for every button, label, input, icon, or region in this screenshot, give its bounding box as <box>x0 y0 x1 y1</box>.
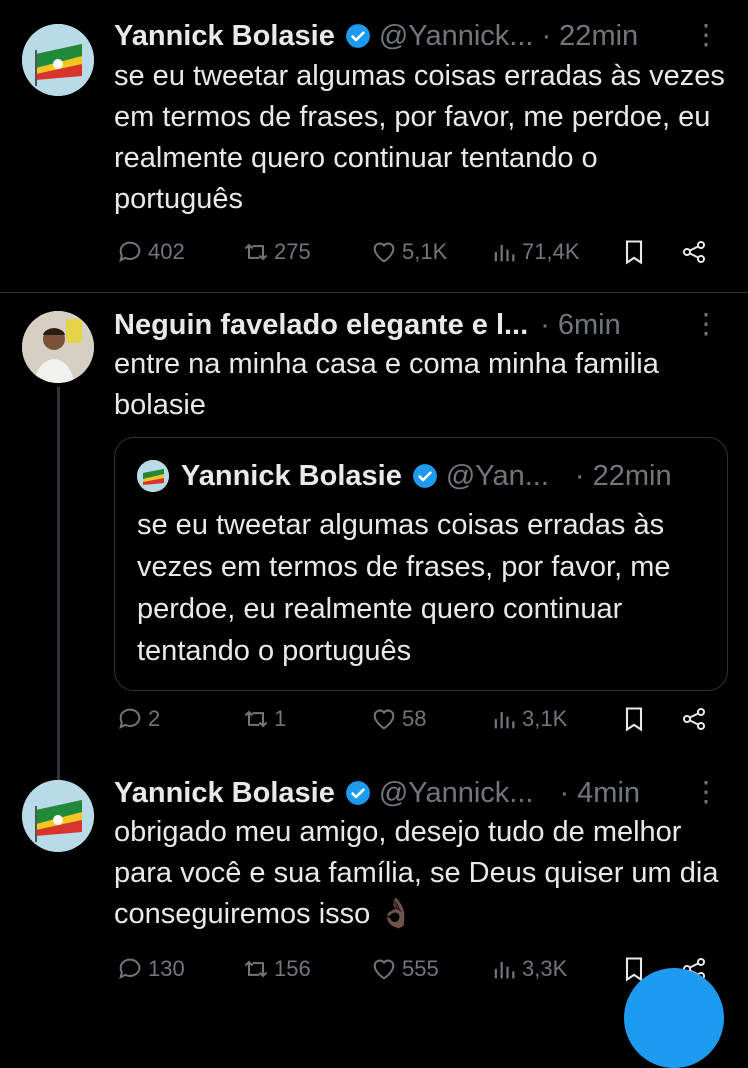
tweet-header: Neguin favelado elegante e l... · 6min <box>114 305 621 345</box>
flag-avatar-image <box>22 24 94 96</box>
tweet-text: se eu tweetar algumas coisas erradas às … <box>114 60 725 215</box>
avatar[interactable] <box>22 780 94 852</box>
quote-avatar <box>137 460 169 492</box>
retweet-button[interactable]: 1 <box>242 705 286 733</box>
share-icon <box>682 707 706 731</box>
flag-avatar-image <box>137 460 169 492</box>
more-options-icon[interactable]: ⋮ <box>692 307 720 340</box>
like-button[interactable]: 5,1K <box>370 238 447 266</box>
retweet-icon <box>244 710 268 728</box>
retweet-button[interactable]: 275 <box>242 238 311 266</box>
author-name[interactable]: Yannick Bolasie <box>114 20 335 53</box>
share-button[interactable] <box>680 238 708 266</box>
verified-badge-icon <box>412 464 437 488</box>
retweet-count: 1 <box>274 706 287 731</box>
tweet-header: Yannick Bolasie @Yannick... · 22min <box>114 16 638 56</box>
retweet-button[interactable]: 156 <box>242 955 311 983</box>
quoted-tweet[interactable]: Yannick Bolasie @Yan... · 22min se eu tw… <box>114 437 728 691</box>
verified-badge-icon <box>345 781 370 805</box>
tweet-actions: 402 275 5,1K 71,4K <box>0 238 748 278</box>
retweet-count: 275 <box>274 239 311 264</box>
reply-count: 130 <box>148 956 185 981</box>
views-button[interactable]: 71,4K <box>490 238 580 266</box>
views-count: 3,1K <box>522 706 568 731</box>
bookmark-icon <box>625 707 643 732</box>
tweet-time[interactable]: · 22min <box>541 20 638 53</box>
like-count: 5,1K <box>402 239 448 264</box>
retweet-count: 156 <box>274 956 311 981</box>
share-button[interactable] <box>680 705 708 733</box>
flag-avatar-image <box>22 780 94 852</box>
compose-tweet-button[interactable] <box>624 968 724 1068</box>
bookmark-button[interactable] <box>620 238 648 266</box>
views-chart-icon <box>494 962 515 979</box>
reply-button[interactable]: 402 <box>116 238 185 266</box>
tweet-2[interactable]: Neguin favelado elegante e l... · 6min ⋮… <box>0 293 748 783</box>
author-handle[interactable]: @Yannick... <box>379 777 534 810</box>
quote-author-name: Yannick Bolasie <box>181 459 402 492</box>
author-name[interactable]: Yannick Bolasie <box>114 777 335 810</box>
bookmark-icon <box>625 240 643 265</box>
author-name[interactable]: Neguin favelado elegante e l... <box>114 309 528 342</box>
like-button[interactable]: 58 <box>370 705 426 733</box>
tweet-time[interactable]: · 4min <box>559 777 640 810</box>
reply-icon <box>119 958 141 980</box>
bookmark-button[interactable] <box>620 705 648 733</box>
reply-icon <box>119 708 141 730</box>
like-count: 555 <box>402 956 439 981</box>
views-count: 3,3K <box>522 956 568 981</box>
profile-photo-image <box>22 311 94 383</box>
tweet-actions: 2 1 58 3,1K <box>0 705 748 745</box>
views-button[interactable]: 3,3K <box>490 955 567 983</box>
quote-time: · 22min <box>574 459 672 492</box>
share-icon <box>682 240 706 264</box>
tweet-text: obrigado meu amigo, desejo tudo de melho… <box>114 816 719 930</box>
views-button[interactable]: 3,1K <box>490 705 567 733</box>
quote-header: Yannick Bolasie @Yan... · 22min <box>137 456 672 496</box>
avatar[interactable] <box>22 311 94 383</box>
views-chart-icon <box>494 712 515 729</box>
quote-text: se eu tweetar algumas coisas erradas às … <box>137 509 671 667</box>
reply-button[interactable]: 2 <box>116 705 160 733</box>
tweet-text: entre na minha casa e coma minha familia… <box>114 348 659 421</box>
tweet-time[interactable]: · 6min <box>540 309 621 342</box>
heart-icon <box>373 709 395 730</box>
views-count: 71,4K <box>522 239 580 264</box>
more-options-icon[interactable]: ⋮ <box>692 18 720 51</box>
tweet-header: Yannick Bolasie @Yannick... · 4min <box>114 773 640 813</box>
verified-badge-icon <box>345 24 370 48</box>
more-options-icon[interactable]: ⋮ <box>692 775 720 808</box>
tweet-1[interactable]: Yannick Bolasie @Yannick... · 22min ⋮ se… <box>0 0 748 292</box>
tweet-3[interactable]: Yannick Bolasie @Yannick... · 4min ⋮ obr… <box>0 773 748 1000</box>
reply-count: 402 <box>148 239 185 264</box>
reply-count: 2 <box>148 706 161 731</box>
reply-icon <box>119 241 141 263</box>
avatar[interactable] <box>22 24 94 96</box>
retweet-icon <box>244 243 268 261</box>
quote-author-handle: @Yan... <box>445 459 549 492</box>
heart-icon <box>373 242 395 263</box>
author-handle[interactable]: @Yannick... <box>379 20 534 53</box>
reply-button[interactable]: 130 <box>116 955 185 983</box>
like-button[interactable]: 555 <box>370 955 439 983</box>
views-chart-icon <box>494 245 515 262</box>
retweet-icon <box>244 960 268 978</box>
heart-icon <box>373 959 395 980</box>
like-count: 58 <box>402 706 427 731</box>
